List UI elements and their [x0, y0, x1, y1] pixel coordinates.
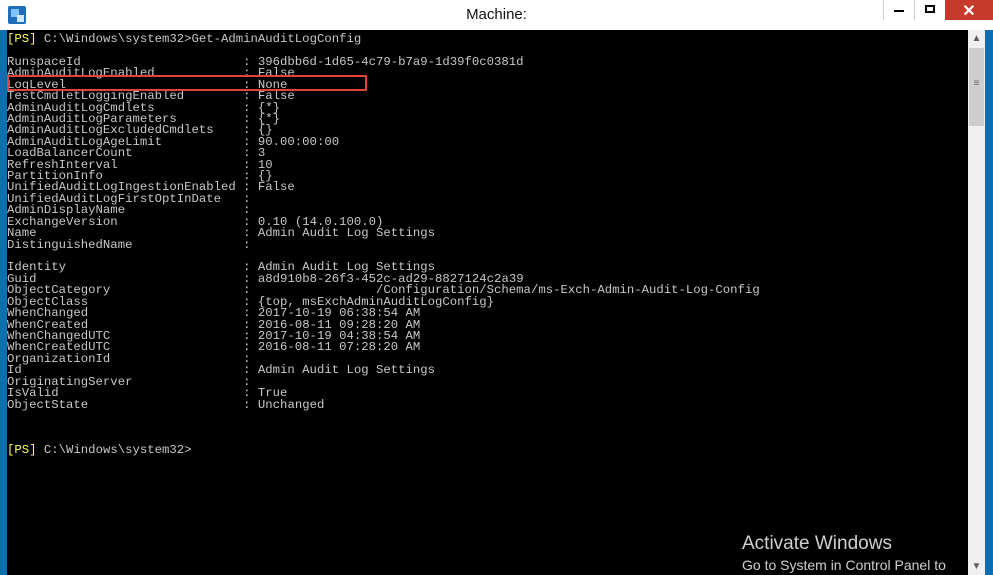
maximize-icon [925, 5, 935, 13]
property-value: False [257, 180, 295, 195]
prompt-tag: [PS] [7, 443, 37, 458]
title-bar[interactable]: Machine: ✕ [0, 0, 993, 30]
activation-watermark: Activate Windows Go to System in Control… [742, 533, 946, 573]
property-separator: : [132, 237, 258, 252]
console-area[interactable]: [PS] C:\Windows\system32>Get-AdminAuditL… [7, 30, 968, 575]
command-line: [PS] C:\Windows\system32>Get-AdminAuditL… [7, 32, 760, 46]
property-value: Admin Audit Log Settings [257, 226, 436, 241]
minimize-button[interactable] [883, 0, 914, 20]
close-icon: ✕ [962, 3, 976, 20]
property-value: 396dbb6d-1d65-4c79-b7a9-1d39f0c0381d [257, 54, 524, 69]
console-row: ObjectState : Unchanged [7, 397, 760, 412]
scrollbar-thumb[interactable]: ≡ [969, 48, 984, 126]
property-value: Unchanged [257, 397, 325, 412]
command-text: C:\Windows\system32>Get-AdminAuditLogCon… [36, 32, 362, 46]
scroll-up-arrow-icon[interactable]: ▲ [968, 30, 985, 47]
watermark-subtitle: Go to System in Control Panel to [742, 557, 946, 573]
window-title: Machine: [466, 6, 527, 23]
console-output: [PS] C:\Windows\system32>Get-AdminAuditL… [7, 32, 760, 458]
powershell-window: Machine: ✕ [PS] C:\Windows\system32>Get-… [0, 0, 993, 575]
close-button[interactable]: ✕ [945, 0, 993, 20]
minimize-icon [894, 10, 904, 12]
prompt-line: [PS] C:\Windows\system32> [7, 443, 760, 458]
watermark-title: Activate Windows [742, 533, 892, 554]
scroll-down-arrow-icon[interactable]: ▼ [968, 558, 985, 575]
window-controls: ✕ [883, 0, 993, 20]
property-value: 90.00:00:00 [257, 134, 340, 149]
vertical-scrollbar[interactable]: ▲ ≡ ▼ [968, 30, 985, 575]
console-row: DistinguishedName : [7, 237, 760, 252]
grip-icon: ≡ [973, 78, 980, 89]
highlight-box-admin-audit-log-enabled [7, 75, 367, 91]
property-separator: : [88, 397, 258, 412]
maximize-button[interactable] [914, 0, 945, 20]
property-name: ObjectState [7, 397, 89, 412]
property-value: Admin Audit Log Settings [257, 363, 436, 378]
window-frame-right [985, 30, 993, 575]
property-name: DistinguishedName [7, 237, 133, 252]
property-value: 2016-08-11 07:28:20 AM [257, 340, 421, 355]
prompt-path: C:\Windows\system32> [36, 443, 192, 458]
